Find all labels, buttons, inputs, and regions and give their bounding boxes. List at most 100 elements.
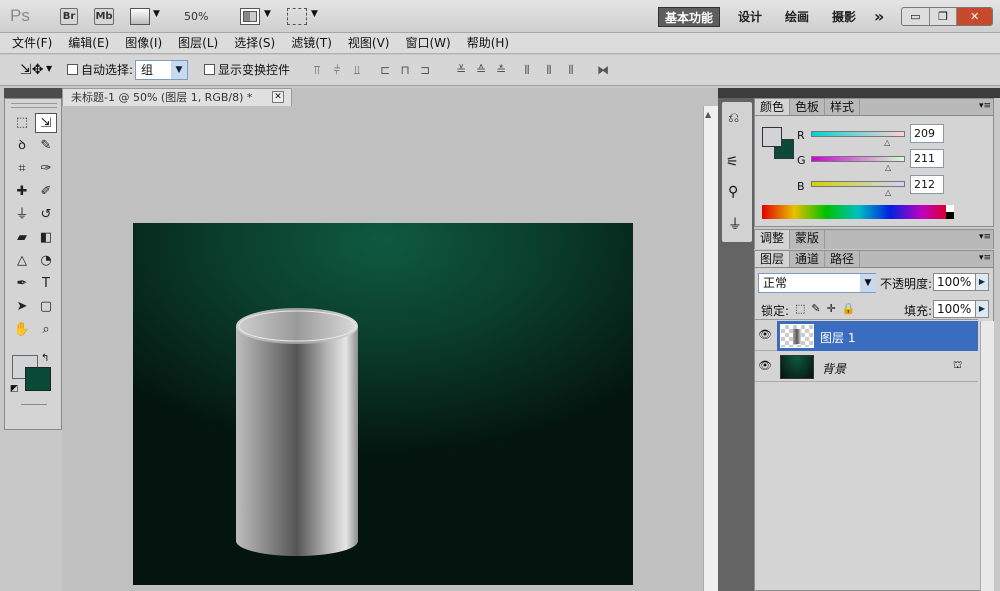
distribute-top-icon[interactable]: ≚ [454, 63, 468, 77]
auto-align-icon[interactable]: ⧓ [596, 63, 610, 77]
dodge-tool-icon[interactable]: ◔ [35, 251, 57, 271]
lock-transparency-icon[interactable]: ⬚ [795, 302, 811, 315]
distribute-left-icon[interactable]: ⦀ [520, 63, 534, 77]
eye-icon[interactable]: 👁 [755, 321, 775, 349]
fill-slider-icon[interactable]: ▶ [975, 300, 989, 318]
dock-header[interactable] [718, 88, 754, 98]
healing-brush-tool-icon[interactable]: ✚ [11, 182, 33, 202]
fg-color-chip[interactable] [762, 127, 782, 147]
swap-colors-icon[interactable]: ↰ [41, 353, 49, 364]
menu-window[interactable]: 窗口(W) [405, 33, 450, 53]
layers-scrollbar[interactable] [980, 321, 994, 591]
clone-source-panel-icon[interactable]: ⏚ [728, 214, 742, 234]
g-slider-handle[interactable]: △ [885, 163, 891, 172]
b-value-input[interactable]: 212 [910, 175, 944, 194]
lock-all-icon[interactable]: 🔒 [842, 302, 862, 315]
show-transform-checkbox[interactable] [204, 62, 215, 76]
quick-select-tool-icon[interactable]: ✎ [35, 136, 57, 156]
zoom-tool-icon[interactable]: ⌕ [35, 320, 57, 340]
restore-button[interactable]: ❐ [930, 8, 958, 25]
workspace-photography-button[interactable]: 摄影 [826, 7, 862, 27]
menu-layer[interactable]: 图层(L) [178, 33, 218, 53]
arrange-documents-icon[interactable] [240, 8, 260, 25]
eraser-tool-icon[interactable]: ▰ [11, 228, 33, 248]
bridge-button[interactable]: Br [60, 8, 78, 25]
blend-mode-dropdown[interactable]: 正常 [758, 273, 876, 293]
history-panel-icon[interactable]: ⎌ [728, 110, 739, 126]
layer-row-1[interactable]: 👁 图层 1 [755, 321, 978, 351]
menu-image[interactable]: 图像(I) [125, 33, 162, 53]
layer-name[interactable]: 背景 [822, 360, 846, 377]
document-tab[interactable]: 未标题-1 @ 50% (图层 1, RGB/8) * [62, 88, 292, 106]
tab-color[interactable]: 颜色 [755, 99, 791, 115]
b-slider-handle[interactable]: △ [885, 188, 891, 197]
g-value-input[interactable]: 211 [910, 149, 944, 168]
history-brush-tool-icon[interactable]: ↺ [35, 205, 57, 225]
b-slider[interactable] [811, 181, 905, 187]
minimize-button[interactable]: ▭ [902, 8, 930, 25]
distribute-right-icon[interactable]: ⦀ [564, 63, 578, 77]
black-chip[interactable] [946, 212, 954, 219]
toolbox-header[interactable] [4, 88, 62, 98]
vertical-scrollbar[interactable] [703, 106, 718, 591]
g-slider[interactable] [811, 156, 905, 162]
color-spectrum-bar[interactable] [762, 205, 954, 219]
distribute-vcenter-icon[interactable]: ≙ [474, 63, 488, 77]
align-right-icon[interactable]: ⊐ [418, 63, 432, 77]
auto-select-checkbox[interactable] [67, 62, 78, 76]
type-tool-icon[interactable]: T [35, 274, 57, 294]
hand-tool-icon[interactable]: ✋ [11, 320, 33, 340]
distribute-hcenter-icon[interactable]: ⦀ [542, 63, 556, 77]
panel-menu-icon[interactable]: ▾≡ [979, 253, 991, 263]
more-workspaces-icon[interactable]: » [868, 7, 890, 27]
opacity-slider-icon[interactable]: ▶ [975, 273, 989, 291]
shape-tool-icon[interactable]: ▢ [35, 297, 57, 317]
r-value-input[interactable]: 209 [910, 124, 944, 143]
panel-menu-icon[interactable]: ▾≡ [979, 232, 991, 242]
menu-filter[interactable]: 滤镜(T) [291, 33, 332, 53]
r-slider[interactable] [811, 131, 905, 137]
tab-paths[interactable]: 路径 [825, 251, 861, 267]
chevron-down-icon[interactable]: ▼ [264, 9, 271, 19]
align-vcenter-icon[interactable]: ⫩ [330, 63, 344, 77]
align-left-icon[interactable]: ⊏ [378, 63, 392, 77]
chevron-down-icon[interactable]: ▼ [171, 61, 187, 79]
document-canvas[interactable] [133, 223, 633, 585]
background-color-swatch[interactable] [25, 367, 51, 391]
menu-select[interactable]: 选择(S) [234, 33, 275, 53]
menu-file[interactable]: 文件(F) [12, 33, 52, 53]
pen-tool-icon[interactable]: ✒ [11, 274, 33, 294]
zoom-level[interactable]: 50% [184, 10, 208, 23]
menu-help[interactable]: 帮助(H) [467, 33, 509, 53]
screen-mode-icon[interactable] [287, 8, 307, 25]
white-chip[interactable] [946, 205, 954, 212]
tab-channels[interactable]: 通道 [790, 251, 826, 267]
tab-adjustments[interactable]: 调整 [755, 230, 791, 249]
eyedropper-tool-icon[interactable]: ✑ [35, 159, 57, 179]
crop-tool-icon[interactable]: ⌗ [11, 159, 33, 179]
chevron-down-icon[interactable]: ▼ [46, 64, 52, 73]
align-hcenter-icon[interactable]: ⊓ [398, 63, 412, 77]
gradient-tool-icon[interactable]: ◧ [35, 228, 57, 248]
mini-bridge-button[interactable]: Mb [94, 8, 114, 25]
default-colors-icon[interactable]: ◩ [10, 384, 19, 394]
align-top-icon[interactable]: ⫪ [310, 63, 324, 77]
eye-icon[interactable]: 👁 [755, 352, 775, 380]
chevron-down-icon[interactable]: ▼ [311, 9, 318, 19]
move-tool-preset-icon[interactable]: ⇲✥ [20, 62, 43, 78]
actions-panel-icon[interactable]: ⚟ [726, 154, 739, 170]
clone-stamp-tool-icon[interactable]: ⏚ [11, 205, 33, 225]
panel-menu-icon[interactable]: ▾≡ [979, 101, 991, 111]
tab-layers[interactable]: 图层 [755, 251, 791, 267]
tab-masks[interactable]: 蒙版 [790, 230, 826, 249]
path-selection-tool-icon[interactable]: ➤ [11, 297, 33, 317]
tab-styles[interactable]: 样式 [825, 99, 861, 115]
r-slider-handle[interactable]: △ [884, 138, 890, 147]
layer-row-background[interactable]: 👁 背景 ⛫ [755, 352, 978, 382]
workspace-essentials-button[interactable]: 基本功能 [658, 7, 721, 27]
workspace-painting-button[interactable]: 绘画 [779, 7, 815, 27]
menu-view[interactable]: 视图(V) [348, 33, 390, 53]
panels-header[interactable] [754, 88, 1000, 98]
close-button[interactable]: ✕ [957, 8, 992, 25]
lock-position-icon[interactable]: ✛ [827, 302, 842, 315]
